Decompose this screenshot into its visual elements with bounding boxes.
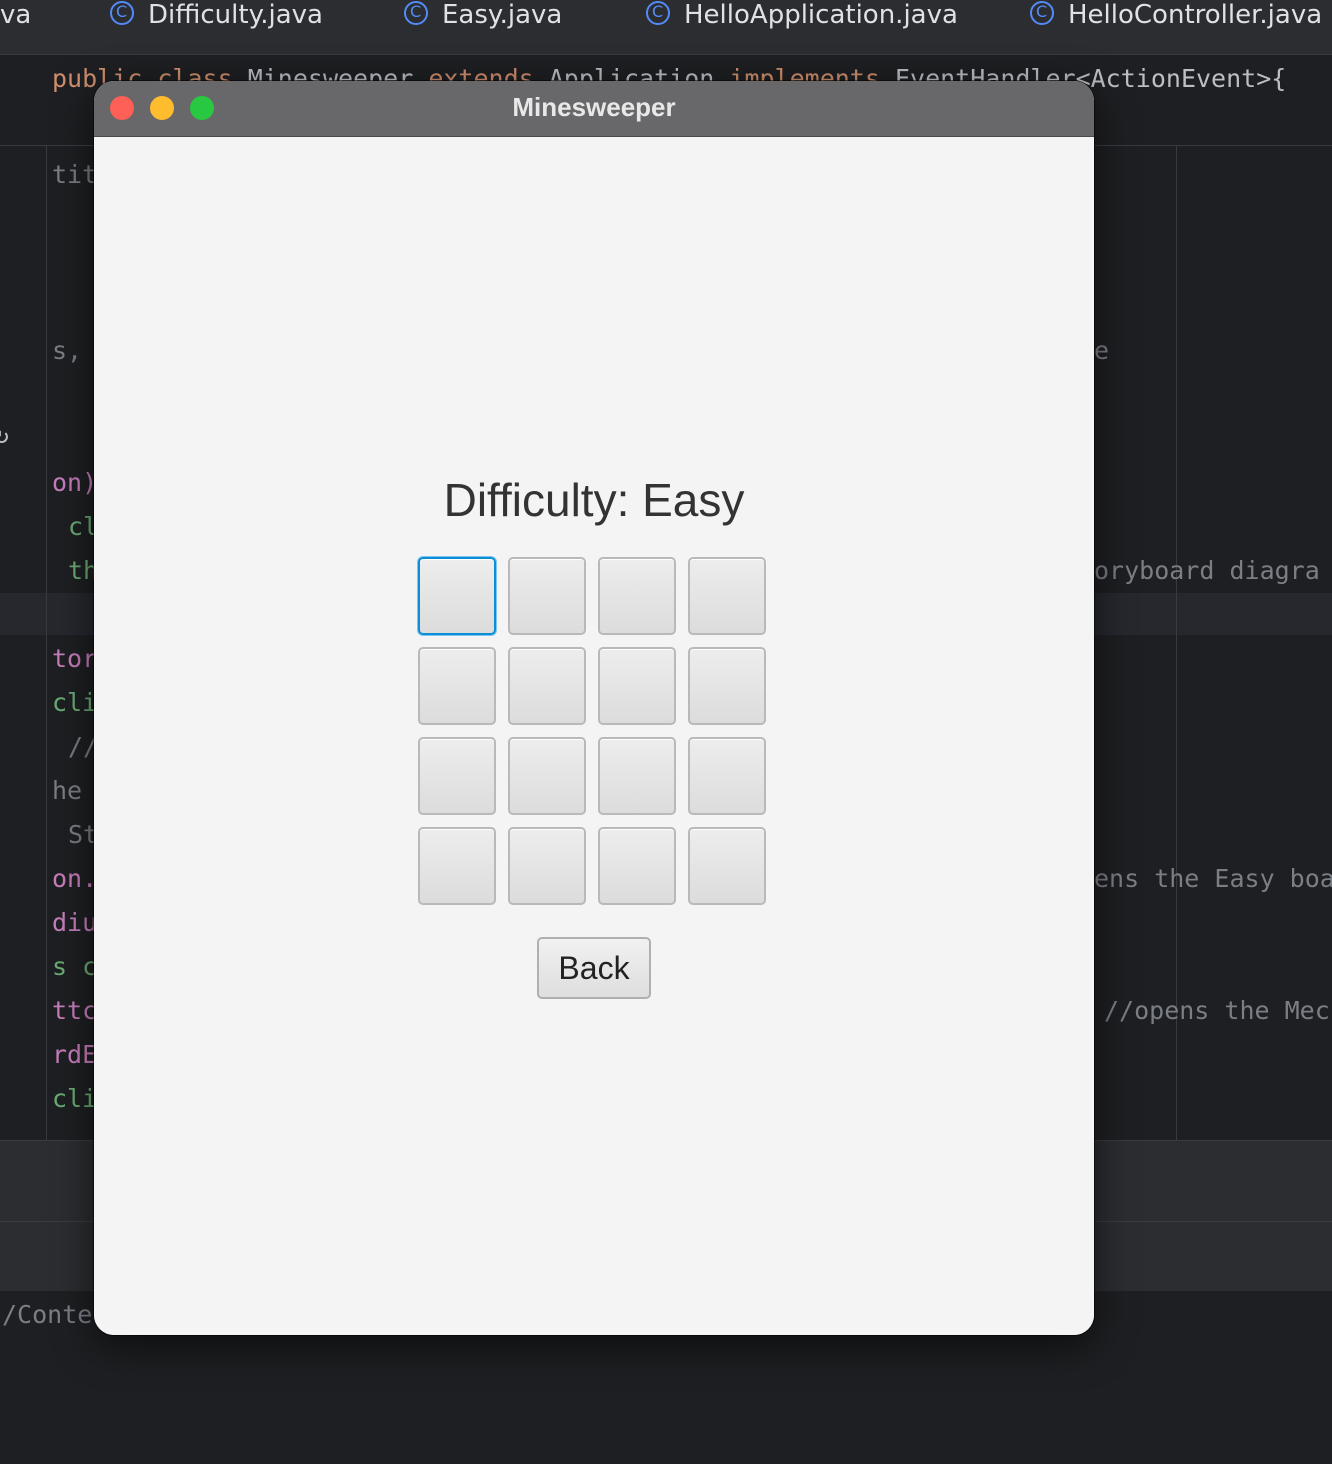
code-fragment: he	[52, 776, 83, 805]
grid-cell[interactable]	[688, 827, 766, 905]
grid-cell[interactable]	[418, 557, 496, 635]
back-button[interactable]: Back	[537, 937, 651, 999]
tab-helloapplication-java[interactable]: HelloApplication.java	[646, 0, 958, 32]
gutter-marker-icon: ↻	[0, 420, 10, 449]
code-fragment: on)	[52, 468, 98, 497]
grid-cell[interactable]	[688, 647, 766, 725]
minesweeper-window: Minesweeper Difficulty: Easy Back	[94, 81, 1094, 1335]
code-fragment: ens the Easy boa	[1094, 864, 1332, 893]
grid-cell[interactable]	[508, 737, 586, 815]
java-class-icon	[110, 0, 134, 27]
grid-cell[interactable]	[598, 737, 676, 815]
right-margin-guide	[1176, 145, 1177, 1140]
editor-tab-bar: va Difficulty.java Easy.java HelloApplic…	[0, 0, 1332, 55]
window-title: Minesweeper	[512, 92, 676, 122]
code-fragment: s,	[52, 336, 83, 365]
grid-cell[interactable]	[598, 827, 676, 905]
code-fragment: on.	[52, 864, 98, 893]
difficulty-heading: Difficulty: Easy	[443, 474, 745, 526]
console-path-text: /Conte	[2, 1300, 93, 1329]
code-fragment: s c	[52, 952, 98, 981]
tab-difficulty-java[interactable]: Difficulty.java	[110, 0, 323, 32]
java-class-icon	[1030, 0, 1054, 27]
code-fragment: rdE	[52, 1040, 98, 1069]
grid-cell[interactable]	[418, 827, 496, 905]
code-fragment: diu	[52, 908, 98, 937]
gutter-divider	[46, 145, 47, 1140]
code-fragment: tit	[52, 160, 98, 189]
window-content: Difficulty: Easy Back	[94, 137, 1094, 1335]
code-fragment: //opens the Mec	[1104, 996, 1330, 1025]
grid-cell[interactable]	[418, 737, 496, 815]
java-class-icon	[404, 0, 428, 27]
grid-cell[interactable]	[688, 737, 766, 815]
grid-cell[interactable]	[688, 557, 766, 635]
grid-cell[interactable]	[508, 827, 586, 905]
grid-cell[interactable]	[598, 557, 676, 635]
grid-cell[interactable]	[418, 647, 496, 725]
code-fragment: ttc	[52, 996, 98, 1025]
tab-easy-java[interactable]: Easy.java	[404, 0, 562, 32]
mine-grid	[418, 557, 770, 909]
tab-hellocontroller-java[interactable]: HelloController.java	[1030, 0, 1322, 32]
code-fragment: tor	[52, 644, 98, 673]
code-fragment: cli	[52, 1084, 98, 1113]
code-fragment: oryboard diagra	[1094, 556, 1320, 585]
window-titlebar[interactable]: Minesweeper	[94, 81, 1094, 137]
grid-cell[interactable]	[508, 557, 586, 635]
code-fragment: cli	[52, 688, 98, 717]
code-fragment: e	[1094, 336, 1110, 365]
grid-cell[interactable]	[508, 647, 586, 725]
grid-cell[interactable]	[598, 647, 676, 725]
tab-partial[interactable]: va	[0, 0, 31, 32]
java-run-class-icon	[646, 0, 670, 27]
